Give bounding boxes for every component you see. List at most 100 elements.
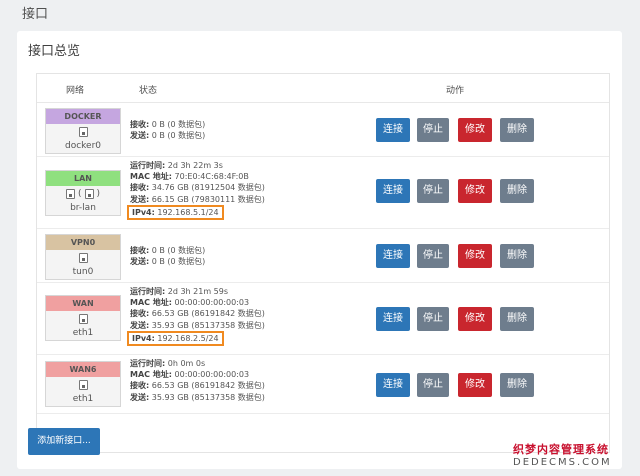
interfaces-table: 网络 状态 动作 DOCKER docker0 接收: 0 B (0 数据包) … xyxy=(36,73,610,453)
interface-status: 接收: 0 B (0 数据包) 发送: 0 B (0 数据包) xyxy=(130,245,205,267)
stop-button[interactable]: 停止 xyxy=(417,244,449,268)
interface-device: eth1 xyxy=(72,328,94,338)
interface-badge-vpn0[interactable]: VPN0 tun0 xyxy=(45,234,121,280)
header-status: 状态 xyxy=(139,86,158,96)
status-value: 66.15 GB (79830111 数据包) xyxy=(149,194,265,204)
status-label: 接收: xyxy=(130,246,150,255)
interface-row-docker: DOCKER docker0 接收: 0 B (0 数据包) 发送: 0 B (… xyxy=(37,104,609,157)
header-action: 动作 xyxy=(446,86,465,96)
status-label: 发送: xyxy=(130,194,150,204)
interface-badge-lan[interactable]: LAN ( ) br-lan xyxy=(45,170,121,216)
ipv4-label: IPv4: xyxy=(132,207,155,217)
delete-button[interactable]: 删除 xyxy=(500,244,534,268)
status-value: 0 B (0 数据包) xyxy=(149,131,206,141)
status-value: 0h 0m 0s xyxy=(165,359,206,368)
status-value: 0 B (0 数据包) xyxy=(149,257,206,267)
port-icon xyxy=(78,252,88,263)
edit-button[interactable]: 修改 xyxy=(458,179,492,203)
interfaces-panel: 接口总览 网络 状态 动作 DOCKER docker0 接收: 0 B (0 … xyxy=(17,31,622,469)
status-value: 35.93 GB (85137358 数据包) xyxy=(149,392,265,402)
interface-row-vpn0: VPN0 tun0 接收: 0 B (0 数据包) 发送: 0 B (0 数据包… xyxy=(37,230,609,283)
interface-badge-docker[interactable]: DOCKER docker0 xyxy=(45,108,121,154)
interface-row-wan6: WAN6 eth1 运行时间: 0h 0m 0s MAC 地址: 00:00:0… xyxy=(37,356,609,414)
interface-name: WAN6 xyxy=(46,362,120,377)
stop-button[interactable]: 停止 xyxy=(417,307,449,331)
paren-close: ) xyxy=(96,188,101,199)
connect-button[interactable]: 连接 xyxy=(376,307,410,331)
table-header: 网络 状态 动作 xyxy=(37,74,609,103)
status-label: 运行时间: xyxy=(130,161,166,170)
status-label: MAC 地址: xyxy=(130,298,173,308)
status-label: 发送: xyxy=(130,392,150,402)
interface-badge-wan[interactable]: WAN eth1 xyxy=(45,295,121,341)
interface-device: docker0 xyxy=(64,141,102,151)
interface-name: WAN xyxy=(46,296,120,311)
status-value: 2d 3h 22m 3s xyxy=(165,161,223,170)
interface-row-lan: LAN ( ) br-lan 运行时间: 2d 3h 22m 3s MAC 地址… xyxy=(37,158,609,229)
ipv4-label: IPv4: xyxy=(132,333,155,343)
add-interface-button[interactable]: 添加新接口... xyxy=(28,428,100,455)
interface-device: tun0 xyxy=(72,267,94,277)
connect-button[interactable]: 连接 xyxy=(376,179,410,203)
interface-row-wan: WAN eth1 运行时间: 2d 3h 21m 59s MAC 地址: 00:… xyxy=(37,284,609,355)
edit-button[interactable]: 修改 xyxy=(458,373,492,397)
port-icon xyxy=(78,313,88,324)
connect-button[interactable]: 连接 xyxy=(376,118,410,142)
status-label: 发送: xyxy=(130,257,150,267)
status-label: 运行时间: xyxy=(130,359,166,368)
status-value: 66.53 GB (86191842 数据包) xyxy=(149,309,265,319)
panel-title: 接口总览 xyxy=(28,44,81,59)
delete-button[interactable]: 删除 xyxy=(500,118,534,142)
status-value: 34.76 GB (81912504 数据包) xyxy=(149,183,265,193)
interface-name: LAN xyxy=(46,171,120,186)
stop-button[interactable]: 停止 xyxy=(417,373,449,397)
delete-button[interactable]: 删除 xyxy=(500,307,534,331)
port-icon xyxy=(78,379,88,390)
interface-status: 运行时间: 2d 3h 21m 59s MAC 地址: 00:00:00:00:… xyxy=(127,286,265,346)
delete-button[interactable]: 删除 xyxy=(500,373,534,397)
status-label: 接收: xyxy=(130,120,150,129)
edit-button[interactable]: 修改 xyxy=(458,118,492,142)
connect-button[interactable]: 连接 xyxy=(376,244,410,268)
delete-button[interactable]: 删除 xyxy=(500,179,534,203)
interface-status: 运行时间: 0h 0m 0s MAC 地址: 00:00:00:00:00:03… xyxy=(130,358,265,403)
watermark-title: 织梦内容管理系统 xyxy=(513,443,609,456)
ipv4-highlight: IPv4: 192.168.5.1/24 xyxy=(127,204,224,220)
interface-status: 运行时间: 2d 3h 22m 3s MAC 地址: 70:E0:4C:68:4… xyxy=(127,160,265,220)
status-label: 发送: xyxy=(130,131,150,141)
interface-badge-wan6[interactable]: WAN6 eth1 xyxy=(45,361,121,407)
paren-open: ( xyxy=(77,188,82,199)
status-value: 0 B (0 数据包) xyxy=(149,120,206,129)
status-value: 35.93 GB (85137358 数据包) xyxy=(149,320,265,330)
watermark: 织梦内容管理系统 DEDECMS.COM xyxy=(513,441,637,468)
status-value: 66.53 GB (86191842 数据包) xyxy=(149,381,265,391)
status-value: 70:E0:4C:68:4F:0B xyxy=(172,172,249,182)
page-title: 接口 xyxy=(22,7,49,22)
ipv4-highlight: IPv4: 192.168.2.5/24 xyxy=(127,330,224,346)
interface-name: VPN0 xyxy=(46,235,120,250)
status-value: 0 B (0 数据包) xyxy=(149,246,206,255)
status-label: MAC 地址: xyxy=(130,172,173,182)
interface-device: eth1 xyxy=(72,394,94,404)
status-value: 00:00:00:00:00:03 xyxy=(172,370,250,380)
port-icon xyxy=(78,126,88,137)
interface-device: br-lan xyxy=(70,203,96,213)
port-icon xyxy=(65,188,75,199)
watermark-domain: DEDECMS.COM xyxy=(513,457,612,468)
ipv4-value: 192.168.5.1/24 xyxy=(154,207,219,217)
status-value: 00:00:00:00:00:03 xyxy=(172,298,250,308)
status-label: MAC 地址: xyxy=(130,370,173,380)
status-label: 运行时间: xyxy=(130,287,166,296)
edit-button[interactable]: 修改 xyxy=(458,307,492,331)
ipv4-value: 192.168.2.5/24 xyxy=(154,333,219,343)
connect-button[interactable]: 连接 xyxy=(376,373,410,397)
stop-button[interactable]: 停止 xyxy=(417,118,449,142)
status-label: 接收: xyxy=(130,381,150,391)
interface-name: DOCKER xyxy=(46,109,120,124)
stop-button[interactable]: 停止 xyxy=(417,179,449,203)
header-network: 网络 xyxy=(66,86,85,96)
edit-button[interactable]: 修改 xyxy=(458,244,492,268)
status-value: 2d 3h 21m 59s xyxy=(165,287,229,296)
interface-status: 接收: 0 B (0 数据包) 发送: 0 B (0 数据包) xyxy=(130,119,205,141)
status-label: 发送: xyxy=(130,320,150,330)
